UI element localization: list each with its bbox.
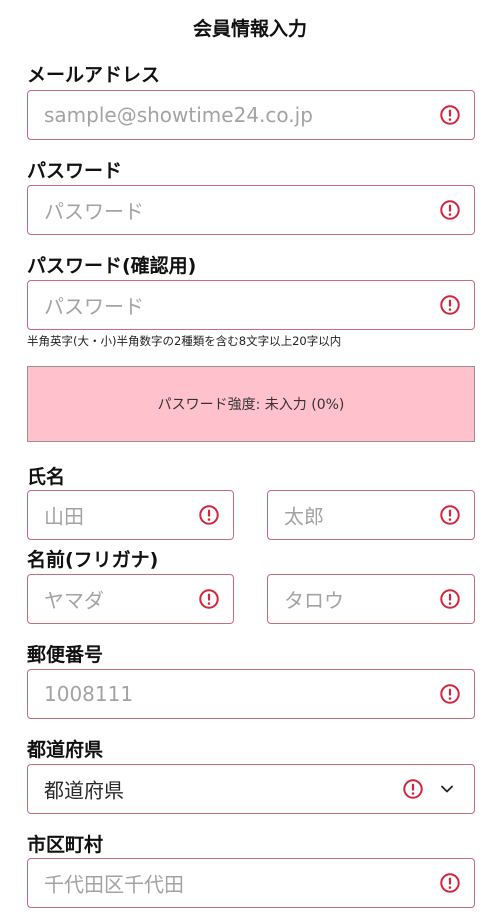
exclamation-circle-icon	[440, 295, 460, 315]
password-field[interactable]: パスワード	[27, 185, 475, 235]
postal-code-field[interactable]: 1008111	[27, 669, 475, 719]
page-title: 会員情報入力	[192, 18, 307, 40]
kana-label: 名前(フリガナ)	[27, 549, 159, 571]
name-label: 氏名	[27, 466, 66, 488]
email-label: メールアドレス	[27, 64, 161, 86]
last-name-kana-placeholder: ヤマダ	[44, 588, 104, 613]
email-placeholder: sample@showtime24.co.jp	[44, 103, 313, 127]
exclamation-circle-icon	[440, 873, 460, 893]
first-name-placeholder: 太郎	[284, 504, 324, 529]
password-strength-meter: パスワード強度: 未入力 (0%)	[27, 366, 475, 442]
password-confirm-label: パスワード(確認用)	[27, 255, 197, 277]
postal-code-label: 郵便番号	[27, 644, 104, 666]
last-name-kana-field[interactable]: ヤマダ	[27, 574, 234, 624]
exclamation-circle-icon	[440, 505, 460, 525]
exclamation-circle-icon	[440, 684, 460, 704]
exclamation-circle-icon	[440, 589, 460, 609]
city-placeholder: 千代田区千代田	[44, 872, 184, 897]
password-placeholder: パスワード	[44, 199, 144, 224]
password-confirm-field[interactable]: パスワード	[27, 280, 475, 330]
last-name-placeholder: 山田	[44, 504, 84, 529]
exclamation-circle-icon	[440, 105, 460, 125]
city-label: 市区町村	[27, 834, 104, 856]
password-hint: 半角英字(大・小)半角数字の2種類を含む8文字以上20字以内	[27, 334, 342, 348]
password-strength-text: パスワード強度: 未入力 (0%)	[157, 397, 345, 413]
postal-code-placeholder: 1008111	[44, 682, 134, 706]
exclamation-circle-icon	[199, 505, 219, 525]
prefecture-label: 都道府県	[27, 739, 104, 761]
first-name-field[interactable]: 太郎	[267, 490, 475, 540]
exclamation-circle-icon	[199, 589, 219, 609]
exclamation-circle-icon	[403, 779, 423, 799]
chevron-down-icon[interactable]	[439, 781, 455, 797]
city-field[interactable]: 千代田区千代田	[27, 858, 475, 908]
prefecture-selected-value: 都道府県	[44, 778, 124, 803]
password-label: パスワード	[27, 160, 123, 182]
first-name-kana-field[interactable]: タロウ	[267, 574, 475, 624]
prefecture-select[interactable]: 都道府県	[27, 764, 475, 814]
first-name-kana-placeholder: タロウ	[284, 588, 344, 613]
password-confirm-placeholder: パスワード	[44, 294, 144, 319]
email-field[interactable]: sample@showtime24.co.jp	[27, 90, 475, 140]
exclamation-circle-icon	[440, 200, 460, 220]
last-name-field[interactable]: 山田	[27, 490, 234, 540]
